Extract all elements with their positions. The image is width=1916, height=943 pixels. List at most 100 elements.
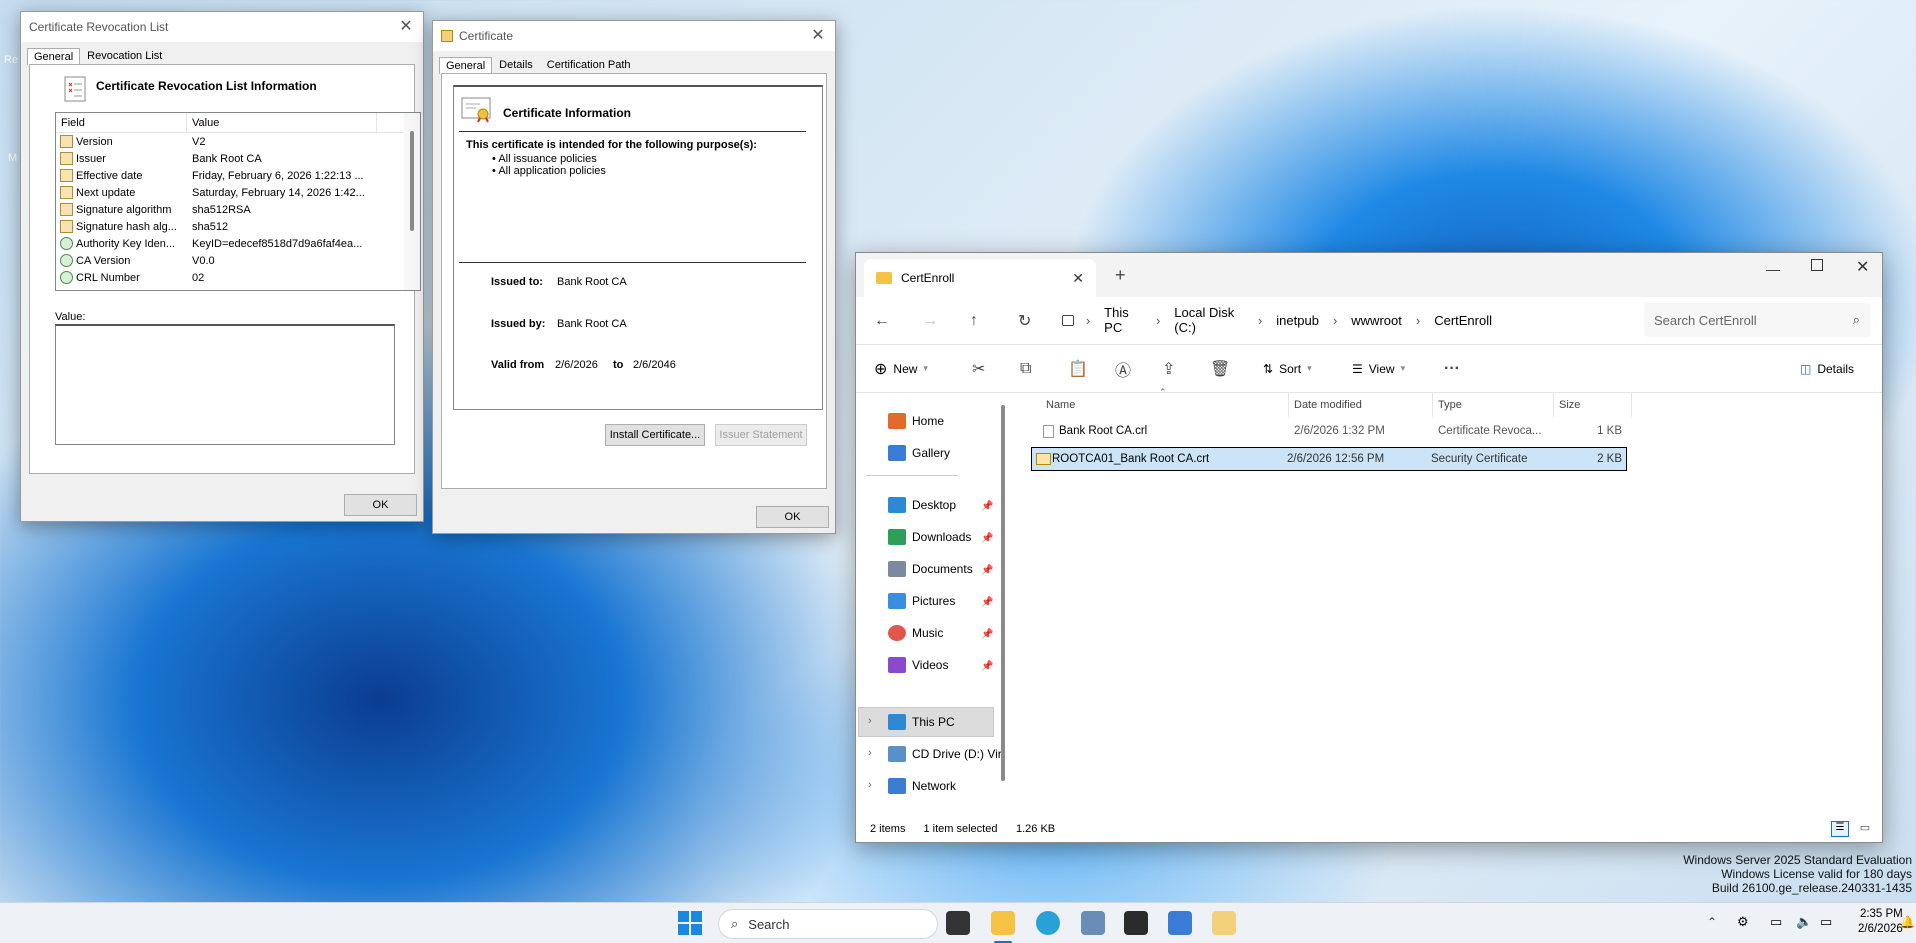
breadcrumb-wwwroot[interactable]: wwwroot <box>1351 313 1402 328</box>
search-input[interactable]: Search CertEnroll ⌕ <box>1644 303 1870 337</box>
column-size[interactable]: Size <box>1554 393 1632 417</box>
taskbar-search[interactable]: ⌕ Search <box>718 909 938 939</box>
chevron-down-icon: ▾ <box>1400 363 1406 373</box>
minimize-icon[interactable]: — <box>1766 261 1780 277</box>
valid-from-value: 2/6/2026 <box>555 359 598 371</box>
back-icon[interactable]: ← <box>874 312 890 330</box>
field-value: V2 <box>192 135 206 148</box>
paste-icon[interactable]: 📋 <box>1068 359 1088 379</box>
computer-icon <box>1062 314 1074 326</box>
breadcrumb-certenroll[interactable]: CertEnroll <box>1434 313 1492 328</box>
crl-field-row[interactable]: Authority Key Iden... KeyID=edecef8518d7d… <box>56 235 420 252</box>
field-name: Effective date <box>76 169 143 182</box>
forward-icon[interactable]: → <box>922 312 938 330</box>
tab-details[interactable]: Details <box>492 56 540 73</box>
task-view-icon[interactable] <box>946 911 970 935</box>
breadcrumb-local-disk[interactable]: Local Disk (C:) <box>1174 305 1244 335</box>
scrollbar[interactable] <box>404 113 420 290</box>
column-field[interactable]: Field <box>56 113 187 133</box>
crl-field-row[interactable]: Effective date Friday, February 6, 2026 1… <box>56 167 420 184</box>
tab-certification-path[interactable]: Certification Path <box>540 56 638 73</box>
crl-field-row[interactable]: CRL Number 02 <box>56 269 420 286</box>
breadcrumb-inetpub[interactable]: inetpub <box>1276 313 1319 328</box>
file-row-crt[interactable]: ROOTCA01_Bank Root CA.crt 2/6/2026 12:56… <box>1031 447 1627 471</box>
cert-ok-button[interactable]: OK <box>756 506 829 528</box>
terminal-icon[interactable] <box>1124 911 1148 935</box>
column-type[interactable]: Type <box>1433 393 1554 417</box>
close-tab-icon[interactable]: ✕ <box>1072 270 1084 287</box>
up-icon[interactable]: ↑ <box>970 312 978 330</box>
rename-icon[interactable]: Ⓐ <box>1115 357 1131 381</box>
field-cell: Signature hash alg... <box>56 220 187 233</box>
details-label: Details <box>1817 361 1855 376</box>
breadcrumb[interactable]: › This PC › Local Disk (C:) › inetpub › … <box>1056 303 1492 337</box>
tab-general[interactable]: General <box>27 48 81 65</box>
add-tab-icon[interactable]: + <box>1115 265 1126 286</box>
file-size: 2 KB <box>1597 453 1622 465</box>
crl-heading: Certificate Revocation List Information <box>96 79 317 93</box>
install-certificate-button[interactable]: Install Certificate... <box>605 424 705 446</box>
column-value[interactable]: Value <box>187 113 377 133</box>
share-icon[interactable]: ⇪ <box>1162 359 1175 379</box>
file-explorer-taskbar-icon[interactable] <box>991 911 1015 935</box>
server-manager-icon[interactable] <box>1081 911 1105 935</box>
field-value: Bank Root CA <box>192 152 262 165</box>
network-icon[interactable]: ▭ <box>1770 914 1782 930</box>
tray-icon[interactable]: ⚙ <box>1737 914 1749 930</box>
edge-icon[interactable] <box>1036 911 1060 935</box>
column-name[interactable]: Name <box>1041 393 1289 417</box>
crl-field-row[interactable]: Signature hash alg... sha512 <box>56 218 420 235</box>
field-name: Signature hash alg... <box>76 220 177 233</box>
issuer-statement-button[interactable]: Issuer Statement <box>715 424 807 446</box>
status-bar: 2 items 1 item selected <box>870 823 997 835</box>
copy-icon[interactable]: ⧉ <box>1020 360 1031 378</box>
crl-field-row[interactable]: CA Version V0.0 <box>56 252 420 269</box>
clock[interactable]: 2:35 PM 2/6/2026 <box>1858 907 1903 937</box>
new-button[interactable]: ⊕ New ▾ <box>874 359 928 379</box>
notification-icon[interactable]: 🔔 <box>1900 915 1915 929</box>
crl-field-row[interactable]: Next update Saturday, February 14, 2026 1… <box>56 184 420 201</box>
tab-general[interactable]: General <box>439 57 493 74</box>
crl-file-icon <box>1043 424 1054 438</box>
cut-icon[interactable]: ✂ <box>972 359 985 379</box>
more-icon[interactable]: ··· <box>1444 360 1460 378</box>
breadcrumb-this-pc[interactable]: This PC <box>1104 305 1142 335</box>
file-size: 1 KB <box>1597 425 1622 437</box>
tab-revocation-list[interactable]: Revocation List <box>80 47 169 64</box>
evaluation-watermark: Windows Server 2025 Standard Evaluation … <box>1683 853 1912 895</box>
mmc-icon[interactable] <box>1168 911 1192 935</box>
chevron-down-icon: ▾ <box>1307 363 1312 373</box>
view-button[interactable]: ☰ View ▾ <box>1352 362 1405 376</box>
crl-field-row[interactable]: Signature algorithm sha512RSA <box>56 201 420 218</box>
sort-icon: ⇅ <box>1263 361 1274 376</box>
start-icon[interactable] <box>678 911 702 935</box>
scrollbar-thumb[interactable] <box>410 131 414 231</box>
desktop-icon-label[interactable]: Re <box>4 54 18 66</box>
volume-icon[interactable]: 🔈 <box>1796 914 1812 930</box>
crl-field-row[interactable]: Version V2 <box>56 133 420 150</box>
crl-field-row[interactable]: Issuer Bank Root CA <box>56 150 420 167</box>
close-icon[interactable]: ✕ <box>395 16 417 38</box>
close-icon[interactable]: ✕ <box>807 25 829 47</box>
tab-certenroll[interactable]: CertEnroll ✕ <box>864 259 1096 297</box>
delete-icon[interactable]: 🗑 <box>1210 359 1230 379</box>
certificate-taskbar-icon[interactable] <box>1212 911 1236 935</box>
details-view-icon[interactable]: ☰ <box>1831 821 1849 837</box>
value-textbox[interactable] <box>55 324 395 445</box>
battery-icon[interactable]: ▭ <box>1820 914 1832 930</box>
close-window-icon[interactable]: ✕ <box>1856 257 1869 277</box>
column-date-modified[interactable]: Date modified <box>1289 393 1433 417</box>
details-button[interactable]: ◫ Details <box>1800 362 1854 376</box>
file-row-crl[interactable]: Bank Root CA.crl 2/6/2026 1:32 PM Certif… <box>1031 419 1627 443</box>
refresh-icon[interactable]: ↻ <box>1018 311 1031 331</box>
field-value: KeyID=edecef8518d7d9a6faf4ea... <box>192 237 363 250</box>
field-icon <box>60 237 73 250</box>
chevron-up-icon[interactable]: ⌃ <box>1707 915 1717 929</box>
crl-document-icon <box>64 76 86 102</box>
sort-button[interactable]: ⇅ Sort ▾ <box>1263 362 1312 376</box>
tiles-view-icon[interactable]: ▭ <box>1857 821 1873 837</box>
valid-to-value: 2/6/2046 <box>633 359 676 371</box>
crl-ok-button[interactable]: OK <box>344 494 417 516</box>
maximize-icon[interactable] <box>1811 259 1823 271</box>
desktop-icon-label-2[interactable]: M <box>8 152 17 164</box>
